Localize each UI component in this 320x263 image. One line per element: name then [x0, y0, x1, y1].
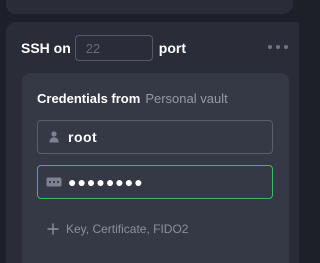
credentials-header: Credentials from Personal vault [37, 91, 228, 106]
username-value: root [68, 129, 98, 145]
username-field[interactable]: root [37, 120, 273, 154]
menu-dot [268, 45, 272, 49]
host-editor: SSH on port Credentials from Personal va… [0, 0, 299, 263]
password-icon [40, 177, 68, 187]
password-value: ●●●●●●●● [68, 174, 144, 190]
add-credential-label: Key, Certificate, FIDO2 [66, 222, 189, 236]
plus-icon [46, 222, 60, 236]
credentials-title: Credentials from [37, 91, 141, 106]
add-credential-button[interactable]: Key, Certificate, FIDO2 [46, 221, 188, 237]
previous-section-card [6, 0, 293, 14]
ssh-port-row: SSH on port [21, 34, 186, 62]
ssh-on-label: SSH on [21, 40, 71, 56]
port-input[interactable] [74, 35, 153, 61]
vault-selector[interactable]: Personal vault [145, 91, 227, 106]
more-horizontal-icon[interactable] [266, 40, 290, 54]
port-label: port [158, 40, 186, 56]
menu-dot [284, 45, 288, 49]
user-icon [40, 131, 68, 143]
menu-dot [276, 45, 280, 49]
password-field[interactable]: ●●●●●●●● [37, 165, 273, 199]
